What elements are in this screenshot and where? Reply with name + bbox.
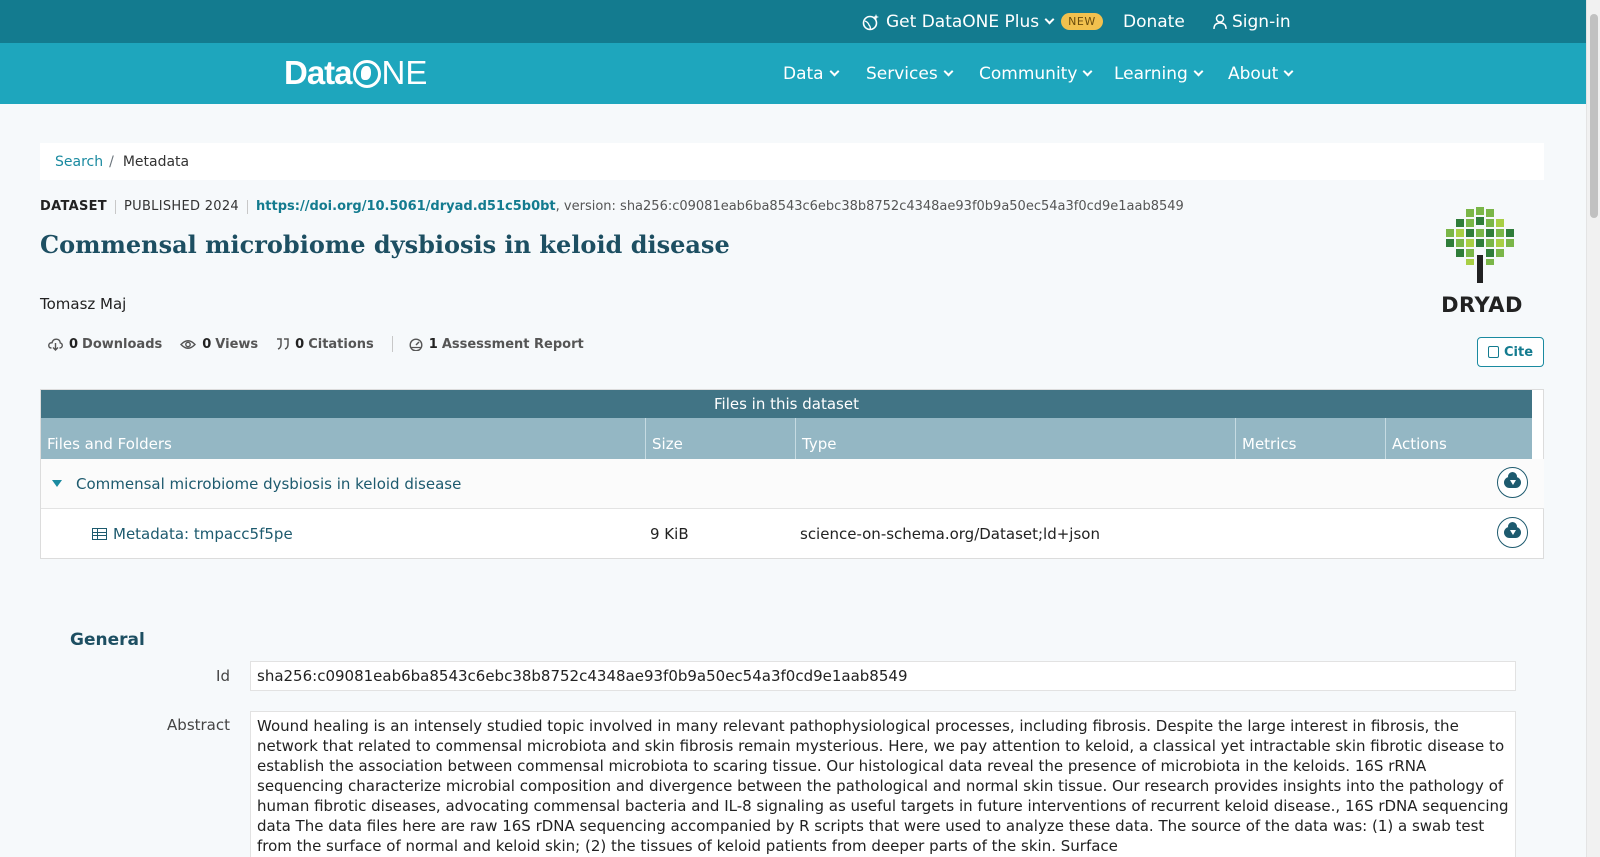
views-metric[interactable]: 0 Views xyxy=(180,337,258,352)
scrollbar-thumb[interactable] xyxy=(1590,14,1598,218)
gauge-icon xyxy=(409,338,423,351)
assessment-report-metric[interactable]: 1 Assessment Report xyxy=(409,337,584,352)
cite-button[interactable]: Cite xyxy=(1477,337,1544,367)
file-size: 9 KiB xyxy=(650,525,689,543)
folder-name[interactable]: Commensal microbiome dysbiosis in keloid… xyxy=(76,475,461,493)
divider xyxy=(247,199,249,214)
version-text: , version: sha256:c09081eab6ba8543c6ebc3… xyxy=(555,199,1184,214)
copy-icon xyxy=(1487,346,1499,358)
page-scrollbar[interactable] xyxy=(1586,0,1600,857)
logo-text-data: Data xyxy=(284,54,353,91)
get-dataone-plus-label: Get DataONE Plus xyxy=(886,11,1040,32)
cloud-download-icon xyxy=(48,337,63,351)
downloads-metric[interactable]: 0 Downloads xyxy=(48,337,162,352)
doi-link[interactable]: https://doi.org/10.5061/dryad.d51c5b0bt xyxy=(256,199,556,214)
views-count: 0 xyxy=(202,336,212,352)
files-table-heading: Files in this dataset xyxy=(41,390,1532,418)
chevron-down-icon xyxy=(1044,14,1055,25)
general-section-heading: General xyxy=(70,630,145,650)
file-type: science-on-schema.org/Dataset;ld+json xyxy=(800,525,1100,543)
id-label: Id xyxy=(216,667,230,685)
eye-icon xyxy=(180,339,197,349)
abstract-value: Wound healing is an intensely studied to… xyxy=(250,711,1516,857)
divider xyxy=(391,336,393,352)
files-table: Files in this dataset Files and Folders … xyxy=(40,389,1544,559)
breadcrumb-separator: / xyxy=(109,153,114,170)
nav-item-label: Community xyxy=(979,63,1078,84)
nav-item-label: About xyxy=(1228,63,1279,84)
file-name-link[interactable]: Metadata: tmpacc5f5pe xyxy=(92,525,293,543)
id-value: sha256:c09081eab6ba8543c6ebc38b8752c4348… xyxy=(250,661,1516,691)
dataone-logo[interactable]: Data NE xyxy=(284,53,427,93)
chevron-down-icon xyxy=(1193,66,1204,77)
file-name-label: Metadata: tmpacc5f5pe xyxy=(113,525,293,543)
table-icon xyxy=(92,528,107,540)
download-folder-button[interactable] xyxy=(1497,467,1528,498)
nav-item-label: Data xyxy=(783,63,824,84)
dataset-meta-line: DATASET PUBLISHED 2024 https://doi.org/1… xyxy=(40,199,1184,214)
column-header-type[interactable]: Type xyxy=(795,418,1235,459)
dataset-author[interactable]: Tomasz Maj xyxy=(40,295,126,313)
nav-item-about[interactable]: About xyxy=(1228,43,1294,104)
column-header-size[interactable]: Size xyxy=(645,418,795,459)
top-utility-bar: Get DataONE Plus NEW Donate Sign-in xyxy=(0,0,1586,43)
nav-item-label: Learning xyxy=(1114,63,1188,84)
breadcrumb-search-link[interactable]: Search xyxy=(55,154,103,170)
files-table-columns: Files and Folders Size Type Metrics Acti… xyxy=(41,418,1532,459)
quote-icon xyxy=(277,338,289,350)
downloads-label: Downloads xyxy=(82,336,163,352)
get-dataone-plus-menu[interactable]: Get DataONE Plus NEW xyxy=(862,0,1103,43)
column-header-files[interactable]: Files and Folders xyxy=(41,418,645,459)
breadcrumb-current: Metadata xyxy=(122,153,190,170)
caret-down-icon[interactable] xyxy=(52,480,62,487)
nav-item-community[interactable]: Community xyxy=(979,43,1093,104)
logo-text-one: NE xyxy=(381,54,428,91)
citations-count: 0 xyxy=(295,336,305,352)
table-row: Metadata: tmpacc5f5pe 9 KiB science-on-s… xyxy=(41,509,1544,559)
breadcrumb: Search / Metadata xyxy=(40,143,1544,180)
assessment-count: 1 xyxy=(428,336,438,352)
globe-icon xyxy=(352,60,381,88)
column-header-actions: Actions xyxy=(1385,418,1532,459)
dryad-logo-text: DRYAD xyxy=(1441,293,1523,317)
cloud-download-icon xyxy=(1504,472,1521,488)
nav-item-label: Services xyxy=(866,63,938,84)
column-header-metrics: Metrics xyxy=(1235,418,1385,459)
chevron-down-icon xyxy=(829,66,840,77)
nav-item-services[interactable]: Services xyxy=(866,43,954,104)
abstract-label: Abstract xyxy=(167,716,230,734)
citations-label: Citations xyxy=(308,336,374,352)
dataset-type: DATASET xyxy=(40,199,107,214)
donate-link[interactable]: Donate xyxy=(1123,0,1185,43)
new-badge: NEW xyxy=(1061,13,1103,30)
dataset-title: Commensal microbiome dysbiosis in keloid… xyxy=(40,230,730,259)
nav-item-data[interactable]: Data xyxy=(783,43,840,104)
main-navbar: Data NE Data Services Community Learning… xyxy=(0,43,1586,104)
citations-metric[interactable]: 0 Citations xyxy=(276,337,374,352)
sign-in-label: Sign-in xyxy=(1232,11,1291,32)
folder-row[interactable]: Commensal microbiome dysbiosis in keloid… xyxy=(41,459,1544,509)
metrics-bar: 0 Downloads 0 Views 0 Citations 1 Assess… xyxy=(48,336,602,352)
divider xyxy=(114,199,116,214)
globe-sparkle-icon xyxy=(862,13,879,30)
cite-label: Cite xyxy=(1503,344,1534,360)
nav-item-learning[interactable]: Learning xyxy=(1114,43,1204,104)
user-icon xyxy=(1213,13,1227,29)
download-file-button[interactable] xyxy=(1497,517,1528,548)
chevron-down-icon xyxy=(1283,66,1294,77)
views-label: Views xyxy=(215,336,259,352)
downloads-count: 0 xyxy=(69,336,79,352)
cloud-download-icon xyxy=(1504,522,1521,538)
published-year: PUBLISHED 2024 xyxy=(123,199,240,214)
assessment-label: Assessment Report xyxy=(441,336,584,352)
chevron-down-icon xyxy=(1082,66,1093,77)
chevron-down-icon xyxy=(943,66,954,77)
sign-in-link[interactable]: Sign-in xyxy=(1213,0,1291,43)
